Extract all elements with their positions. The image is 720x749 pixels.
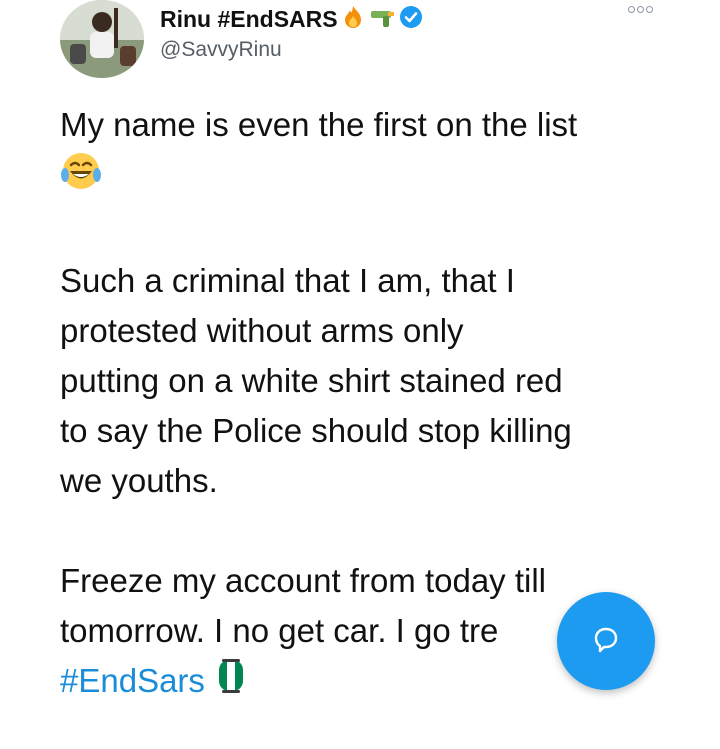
more-options-icon[interactable] (628, 6, 653, 13)
fire-emoji (340, 4, 366, 35)
paragraph-2-line: to say the Police should stop killing (60, 412, 572, 449)
tweet-paragraph-1: My name is even the first on the list (60, 106, 578, 143)
more-dot (628, 6, 635, 13)
avatar-image (60, 0, 144, 78)
water-pistol-emoji (368, 4, 396, 35)
author-handle[interactable]: @SavvyRinu (160, 38, 282, 62)
nigeria-flag-emoji (214, 657, 248, 709)
face-with-tears-of-joy-emoji (60, 150, 102, 206)
paragraph-2-line: we youths. (60, 462, 218, 499)
more-dot (637, 6, 644, 13)
tweet: Rinu #EndSARS @SavvyRinu My name is even… (0, 0, 720, 749)
verified-badge-icon (398, 4, 424, 35)
compose-fab-button[interactable] (557, 592, 655, 690)
paragraph-3-line: Freeze my account from today till (60, 562, 547, 599)
reply-compose-icon (591, 624, 621, 659)
paragraph-2-line: Such a criminal that I am, that I (60, 262, 515, 299)
author-avatar[interactable] (60, 0, 144, 78)
paragraph-2-line: putting on a white shirt stained red (60, 362, 563, 399)
display-name[interactable]: Rinu #EndSARS (160, 6, 338, 33)
hashtag-link[interactable]: #EndSars (60, 662, 205, 699)
tweet-paragraph-1-emoji-line (60, 150, 670, 206)
paragraph-2-line: protested without arms only (60, 312, 464, 349)
author-name-row[interactable]: Rinu #EndSARS (160, 2, 424, 36)
more-dot (646, 6, 653, 13)
tweet-paragraph-2: Such a criminal that I am, that I protes… (60, 256, 670, 506)
